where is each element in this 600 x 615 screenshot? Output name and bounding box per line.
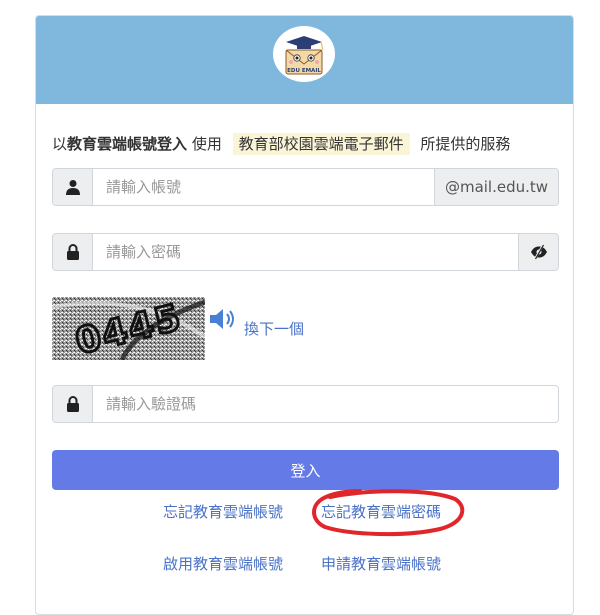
- intro-middle: 使用: [191, 135, 222, 153]
- speaker-icon[interactable]: [208, 306, 238, 332]
- user-icon: [53, 169, 93, 205]
- account-input[interactable]: [93, 169, 434, 205]
- card-header: EDU EMAIL: [36, 16, 573, 104]
- refresh-captcha-link[interactable]: 換下一個: [244, 318, 304, 339]
- captcha-input[interactable]: [93, 386, 558, 422]
- login-card: EDU EMAIL 以教育雲端帳號登入 使用 教育部校園雲端電子郵件 所提供的服…: [35, 15, 574, 615]
- intro-suffix: 所提供的服務: [420, 135, 511, 153]
- password-input-group: [52, 233, 559, 271]
- captcha-input-group: [52, 385, 559, 423]
- login-button[interactable]: 登入: [52, 450, 559, 490]
- lock-icon: [53, 234, 93, 270]
- eye-slash-icon[interactable]: [518, 234, 558, 270]
- lock-icon: [53, 386, 93, 422]
- mascot-logo-icon: EDU EMAIL: [285, 36, 324, 75]
- intro-prefix: 以: [52, 135, 68, 153]
- apply-account-link[interactable]: 申請教育雲端帳號: [321, 553, 441, 574]
- edu-email-logo: EDU EMAIL: [273, 26, 335, 82]
- forgot-account-link[interactable]: 忘記教育雲端帳號: [163, 501, 283, 522]
- email-domain-suffix: @mail.edu.tw: [434, 169, 558, 205]
- activate-account-link[interactable]: 啟用教育雲端帳號: [163, 553, 283, 574]
- forgot-password-link[interactable]: 忘記教育雲端密碼: [321, 501, 441, 522]
- service-name-highlight: 教育部校園雲端電子郵件: [232, 133, 410, 155]
- captcha-image: 0445: [52, 297, 205, 360]
- intro-bold: 教育雲端帳號登入: [67, 135, 188, 153]
- password-input[interactable]: [93, 234, 518, 270]
- logo-text: EDU EMAIL: [287, 68, 321, 74]
- intro-text: 以教育雲端帳號登入 使用 教育部校園雲端電子郵件 所提供的服務: [52, 133, 511, 155]
- account-input-group: @mail.edu.tw: [52, 168, 559, 206]
